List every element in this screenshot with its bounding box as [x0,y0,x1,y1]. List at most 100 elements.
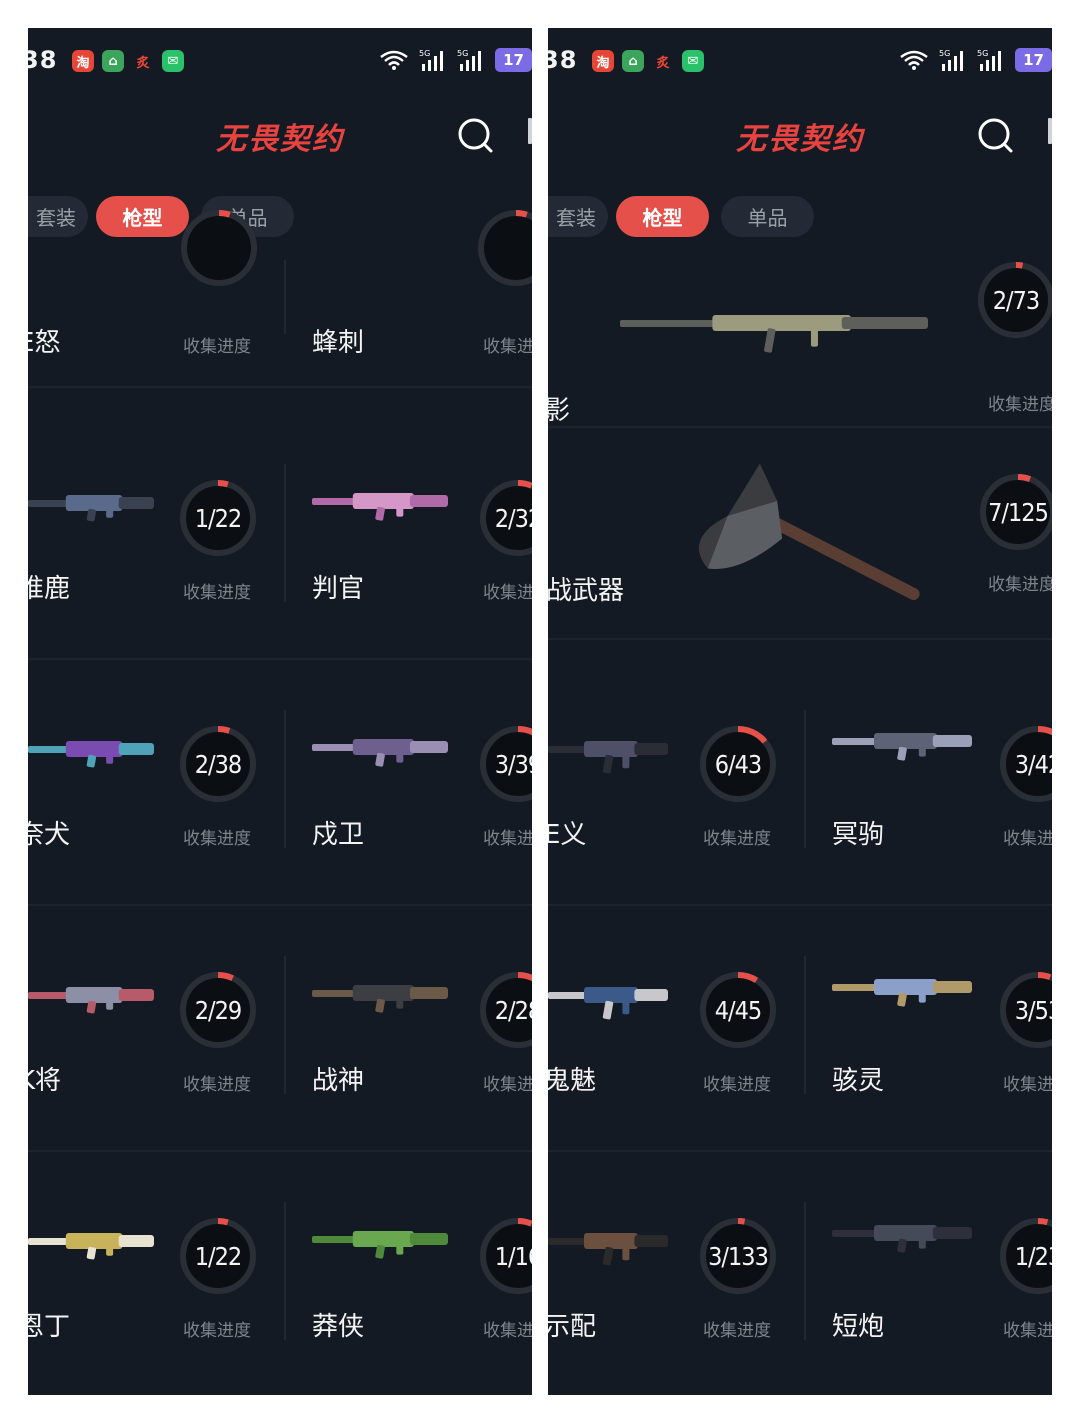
progress-label: 收集进度 [703,829,771,849]
weapon-card[interactable]: 4/45 鬼魅 收集进度 [548,926,800,1171]
notification-icons: 淘 ⌂ 炙 ✉ [72,50,184,72]
weapon-card[interactable]: 2/73 影 收集进度 [548,260,1052,426]
weapon-name: 短炮 [832,1312,885,1342]
tab-items[interactable]: 单品 [721,196,814,237]
battery-indicator: 17 [1015,48,1052,72]
status-time: 38 [28,46,58,74]
progress-label: 收集进度 [183,583,251,603]
signal-icon: 5G [977,49,1002,71]
weapon-card[interactable]: 1/22 推鹿 收集进度 [28,434,280,679]
collection-progress-ring: 3/53 [998,970,1052,1050]
weapon-card[interactable]: 2/29 K将 收集进度 [28,926,280,1171]
tab-label: 单品 [747,206,788,230]
progress-count [476,208,532,288]
search-icon[interactable] [456,116,496,156]
scroll-edge [1048,118,1052,144]
collection-progress-ring: 3/133 [698,1216,778,1296]
progress-label: 收集进度 [183,1321,251,1341]
weapon-name: 戍卫 [312,820,365,850]
weapon-skin-image [620,315,928,353]
column-divider [284,1202,286,1340]
row-divider [28,386,532,388]
scroll-edge [528,118,532,144]
weapon-card[interactable]: 7/125 战武器 收集进度 [548,428,1052,638]
app-logo: 无畏契约 [216,122,344,157]
collection-progress-ring: 3/42 [998,724,1052,804]
progress-count: 7/125 [988,497,1049,527]
row-divider [548,1150,1052,1152]
weapon-name: 奈犬 [28,820,71,850]
weapon-name: 判官 [312,574,365,604]
progress-count: 1/16 [494,1241,532,1271]
weapon-card[interactable]: 1/22 恩丁 收集进度 [28,1172,280,1395]
progress-label: 收集进度 [183,337,251,357]
progress-count: 1/23 [1014,1241,1052,1271]
screenshot-right: 38 淘 ⌂ 炙 ✉ 5G 5G 17 无畏契约 套装 枪型 单品 2/73 影收… [548,28,1052,1395]
weapon-name: 推鹿 [28,574,71,604]
progress-count: 2/38 [194,749,243,779]
weapon-name: 鬼魅 [548,1066,597,1096]
progress-count: 4/45 [714,995,763,1025]
tab-gun-types[interactable]: 枪型 [616,196,709,237]
weapon-card[interactable]: 3/133 示配 收集进度 [548,1172,800,1395]
column-divider [804,1202,806,1340]
weapon-name: E义 [548,820,587,850]
tab-label: 枪型 [642,206,683,230]
app-logo: 无畏契约 [736,122,864,157]
collection-progress-ring: 7/125 [978,472,1052,552]
weapon-skin-image [832,1225,972,1253]
weapon-card[interactable]: 2/32 判官 收集进 [280,434,532,679]
progress-count: 2/32 [494,503,532,533]
weapon-card[interactable]: 2/28 战神 收集进 [280,926,532,1171]
progress-label: 收集进度 [988,395,1052,415]
category-tabs: 套装 枪型 单品 [548,196,1052,238]
collection-progress-ring: 1/22 [178,1216,258,1296]
weapon-skin-image [28,495,154,522]
collection-progress-ring [476,208,532,288]
progress-count: 6/43 [714,749,763,779]
weapon-skin-image [312,493,448,521]
system-icons: 5G 5G 17 [379,48,532,72]
weapon-card[interactable]: 1/16 莽侠 收集进 [280,1172,532,1395]
weapon-name: 冥驹 [832,820,885,850]
progress-count: 3/53 [1014,995,1052,1025]
weapon-name: 战武器 [548,576,625,606]
collection-progress-ring: 2/28 [478,970,532,1050]
signal-icon: 5G [939,49,964,71]
taobao-icon: 淘 [72,50,94,72]
weapon-card[interactable]: 6/43 E义 收集进度 [548,680,800,925]
collection-progress-ring: 1/16 [478,1216,532,1296]
collection-progress-ring: 2/38 [178,724,258,804]
wifi-icon [380,50,408,70]
tab-label: 套装 [556,206,596,230]
weapon-card[interactable]: 3/53 骇灵 收集进 [800,926,1052,1171]
column-divider [284,464,286,602]
battery-indicator: 17 [495,48,532,72]
signal-icon: 5G [419,49,444,71]
search-icon[interactable] [976,116,1016,156]
weapon-name: 莽侠 [312,1312,365,1342]
column-divider [804,710,806,848]
weapon-card[interactable]: 1/23 短炮 收集进 [800,1172,1052,1395]
progress-count [179,208,259,288]
collection-progress-ring [179,208,259,288]
progress-count: 1/22 [194,503,243,533]
progress-label: 收集进 [483,337,532,357]
home-app-icon: ⌂ [102,50,124,72]
row-divider [28,904,532,906]
weapon-card[interactable]: 3/42 冥驹 收集进 [800,680,1052,925]
collection-progress-ring: 2/73 [976,260,1052,340]
tab-suits[interactable]: 套装 [548,196,608,237]
app-header: 无畏契约 [548,96,1052,176]
progress-label: 收集进度 [183,829,251,849]
screenshot-left: 38 淘 ⌂ 炙 ✉ 5G 5G 17 无畏契约 套装 枪型 单品 E怒收集进度… [28,28,532,1395]
weapon-skin-image [312,985,448,1013]
column-divider [284,260,286,334]
progress-label: 收集进度 [988,575,1052,595]
weapon-card[interactable]: 3/39 戍卫 收集进 [280,680,532,925]
progress-count: 3/39 [494,749,532,779]
weapon-card[interactable]: 2/38 奈犬 收集进度 [28,680,280,925]
progress-count: 3/42 [1014,749,1052,779]
weapon-skin-image [28,987,154,1014]
progress-label: 收集进度 [703,1321,771,1341]
